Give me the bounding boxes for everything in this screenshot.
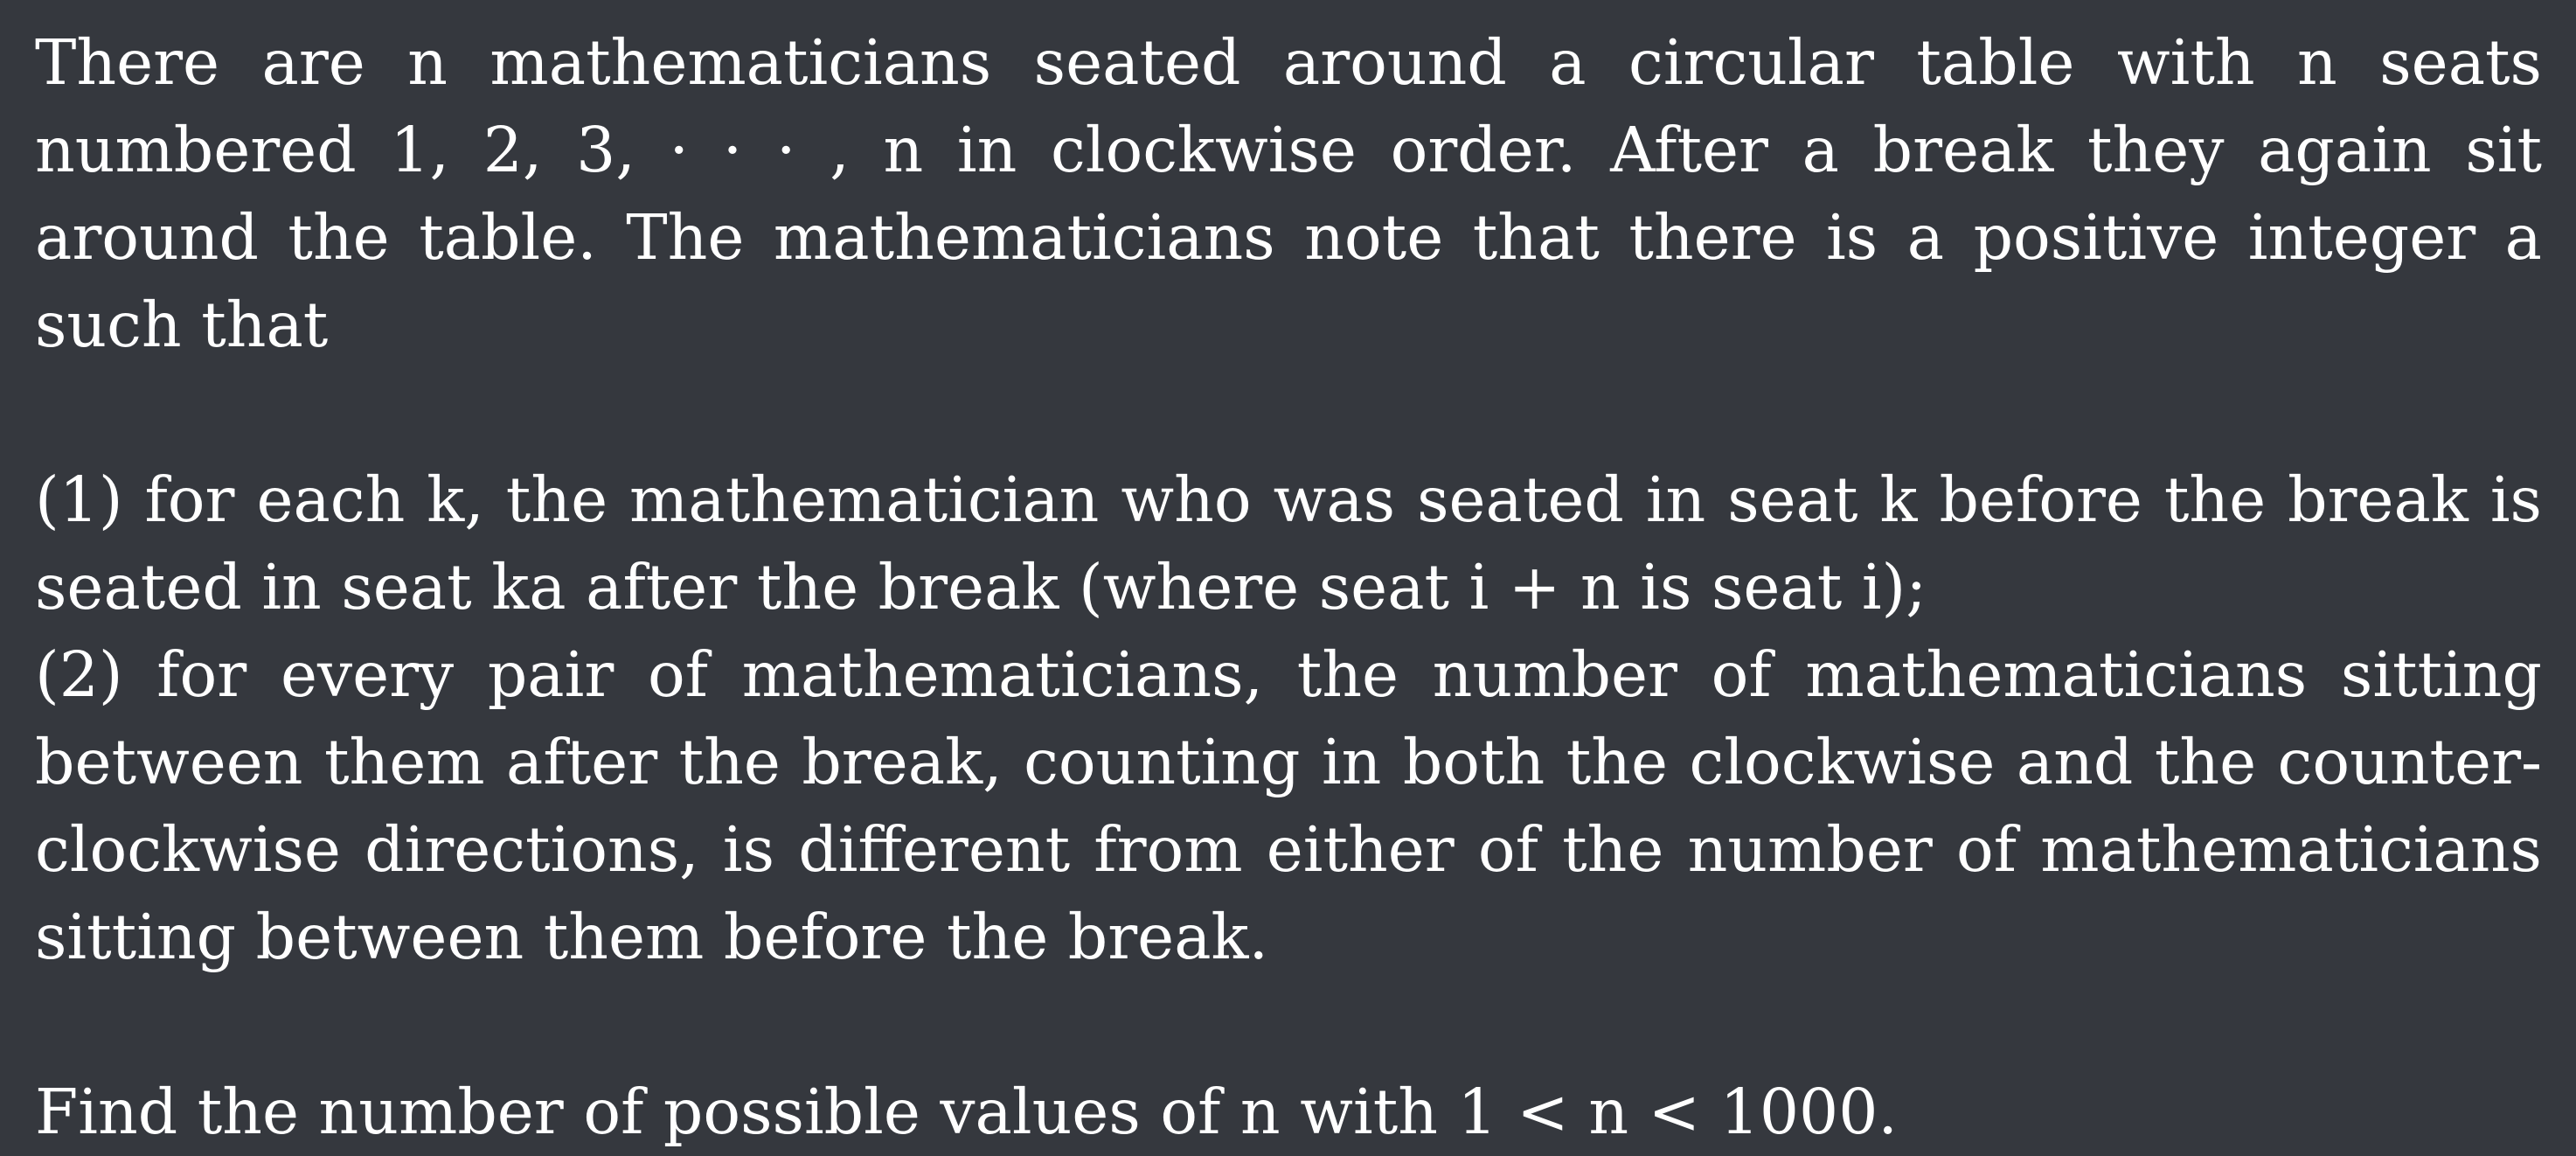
condition-1: (1) for each k, the mathematician who wa… [35,463,2542,623]
question: Find the number of possible values of n … [35,1076,1898,1148]
problem-intro: There are n mathematicians seated around… [35,26,2542,361]
problem-document: There are n mathematicians seated around… [35,19,2542,1156]
condition-2: (2) for every pair of mathematicians, th… [35,638,2542,973]
